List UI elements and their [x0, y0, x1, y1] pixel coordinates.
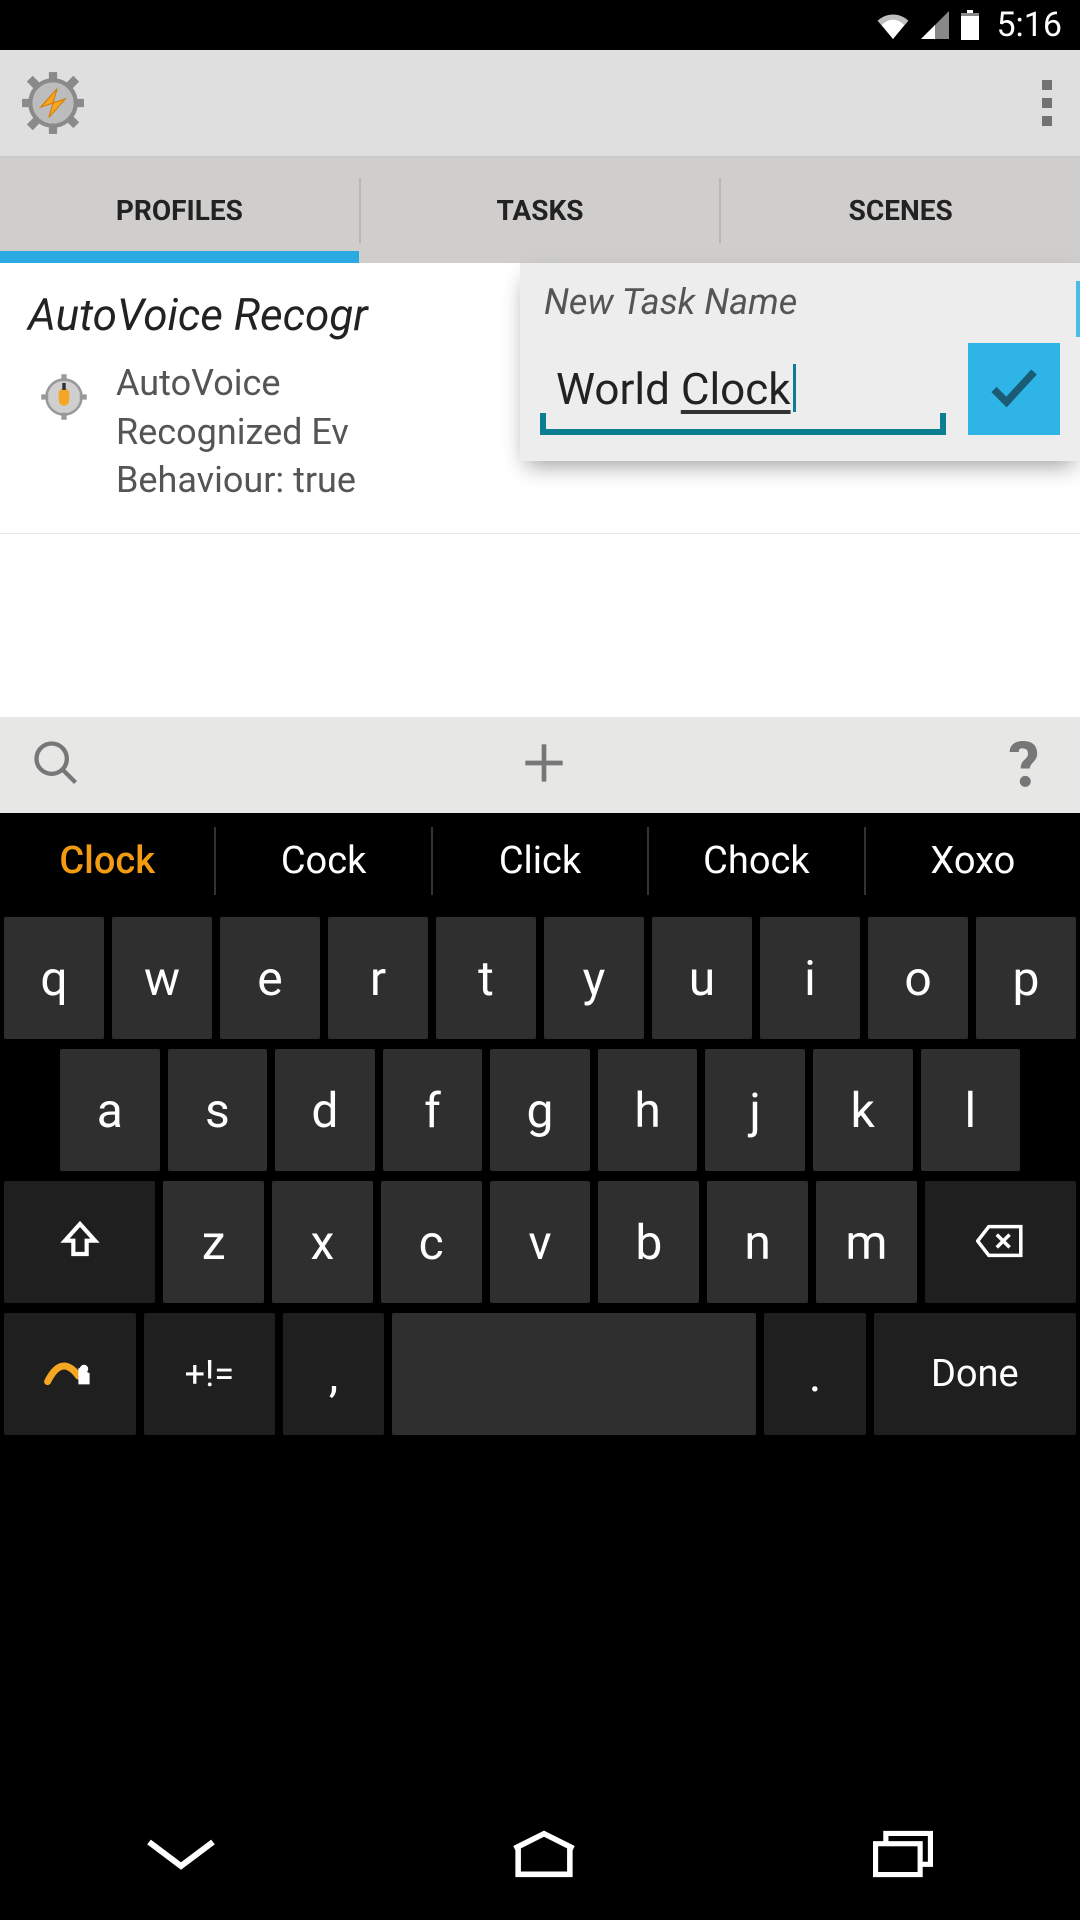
key-e[interactable]: e [220, 917, 320, 1039]
input-text: Clock [681, 363, 791, 415]
key-i[interactable]: i [760, 917, 860, 1039]
suggestion[interactable]: Cock [216, 813, 430, 909]
key-p[interactable]: p [976, 917, 1076, 1039]
tab-profiles[interactable]: PROFILES [0, 158, 359, 263]
clock-time: 5:16 [996, 5, 1062, 45]
app-header [0, 50, 1080, 158]
tasker-logo-icon [20, 70, 86, 136]
nav-recent-icon[interactable] [867, 1830, 939, 1882]
key-t[interactable]: t [436, 917, 536, 1039]
keyboard-row: q w e r t y u i o p [4, 917, 1076, 1039]
key-n[interactable]: n [707, 1181, 808, 1303]
key-o[interactable]: o [868, 917, 968, 1039]
key-h[interactable]: h [598, 1049, 698, 1171]
key-k[interactable]: k [813, 1049, 913, 1171]
key-comma[interactable]: , [283, 1313, 384, 1435]
keyboard-row: z x c v b n m [4, 1181, 1076, 1303]
suggestion[interactable]: Click [433, 813, 647, 909]
key-q[interactable]: q [4, 917, 104, 1039]
keyboard: Clock Cock Click Chock Xoxo q w e r t y … [0, 813, 1080, 1445]
content-area: AutoVoice Recogr AutoVoice Recognized Ev… [0, 263, 1080, 813]
input-text: World [556, 363, 681, 415]
swype-icon [42, 1346, 98, 1403]
key-space[interactable] [392, 1313, 756, 1435]
dialog-title: New Task Name [544, 281, 1060, 323]
suggestion[interactable]: Chock [649, 813, 863, 909]
key-x[interactable]: x [272, 1181, 373, 1303]
search-icon[interactable] [30, 737, 82, 793]
suggestion[interactable]: Clock [0, 813, 214, 909]
key-b[interactable]: b [598, 1181, 699, 1303]
key-j[interactable]: j [705, 1049, 805, 1171]
tab-label: TASKS [497, 194, 584, 227]
key-m[interactable]: m [816, 1181, 917, 1303]
action-bar [0, 717, 1080, 813]
status-bar: 5:16 [0, 0, 1080, 50]
key-g[interactable]: g [490, 1049, 590, 1171]
navigation-bar [0, 1792, 1080, 1920]
key-w[interactable]: w [112, 917, 212, 1039]
text-cursor [793, 364, 796, 412]
text-line: Behaviour: true [116, 456, 356, 505]
key-v[interactable]: v [490, 1181, 591, 1303]
wifi-icon [876, 11, 910, 39]
keyboard-row: a s d f g h j k l [4, 1049, 1076, 1171]
key-z[interactable]: z [163, 1181, 264, 1303]
key-r[interactable]: r [328, 917, 428, 1039]
suggestion[interactable]: Xoxo [866, 813, 1080, 909]
new-task-dialog: New Task Name World Clock [520, 263, 1080, 461]
text-line: AutoVoice [116, 359, 356, 408]
spacer [0, 1445, 1080, 1792]
check-icon [984, 357, 1044, 421]
profile-item-text: AutoVoice Recognized Ev Behaviour: true [116, 359, 356, 505]
tab-tasks[interactable]: TASKS [361, 158, 720, 263]
help-icon[interactable] [1006, 735, 1050, 795]
confirm-button[interactable] [968, 343, 1060, 435]
key-d[interactable]: d [275, 1049, 375, 1171]
key-y[interactable]: y [544, 917, 644, 1039]
battery-icon [960, 10, 980, 40]
key-f[interactable]: f [383, 1049, 483, 1171]
key-c[interactable]: c [381, 1181, 482, 1303]
cellular-icon [920, 11, 950, 39]
tab-label: SCENES [849, 194, 953, 227]
keyboard-row: +!= , . Done [4, 1313, 1076, 1435]
overflow-menu-icon[interactable] [1034, 72, 1060, 134]
tab-label: PROFILES [116, 194, 243, 227]
tab-scenes[interactable]: SCENES [721, 158, 1080, 263]
plugin-icon [36, 369, 92, 425]
key-swype[interactable] [4, 1313, 136, 1435]
key-s[interactable]: s [168, 1049, 268, 1171]
nav-back-icon[interactable] [141, 1834, 221, 1878]
tabs: PROFILES TASKS SCENES [0, 158, 1080, 263]
key-a[interactable]: a [60, 1049, 160, 1171]
nav-home-icon[interactable] [504, 1830, 584, 1882]
key-u[interactable]: u [652, 917, 752, 1039]
shift-icon [60, 1214, 100, 1271]
key-symbols[interactable]: +!= [144, 1313, 276, 1435]
key-done[interactable]: Done [874, 1313, 1076, 1435]
key-period[interactable]: . [764, 1313, 865, 1435]
key-backspace[interactable] [925, 1181, 1076, 1303]
key-shift[interactable] [4, 1181, 155, 1303]
task-name-input[interactable]: World Clock [540, 363, 946, 435]
text-line: Recognized Ev [116, 408, 356, 457]
suggestion-row: Clock Cock Click Chock Xoxo [0, 813, 1080, 909]
backspace-icon [976, 1214, 1024, 1271]
key-l[interactable]: l [921, 1049, 1021, 1171]
add-icon[interactable] [516, 735, 572, 795]
